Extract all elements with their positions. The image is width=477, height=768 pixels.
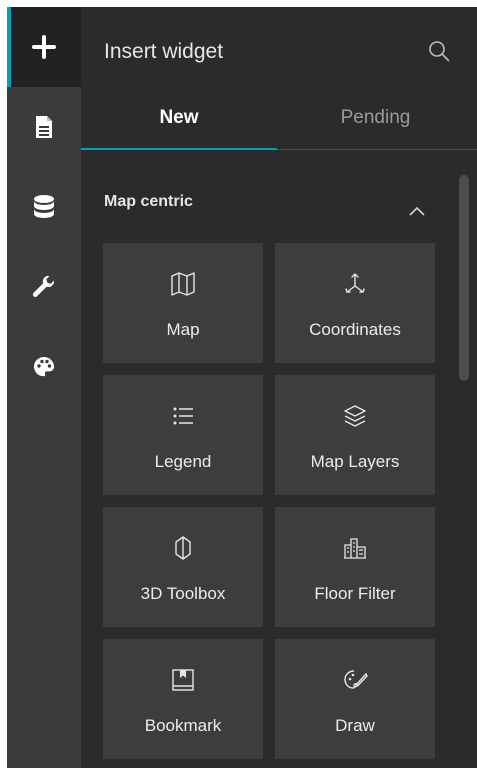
tab-pending[interactable]: Pending	[277, 87, 474, 149]
widget-label: 3D Toolbox	[140, 584, 226, 603]
widget-card-legend[interactable]: Legend	[103, 375, 263, 495]
side-rail	[7, 7, 81, 768]
rail-page-button[interactable]	[7, 87, 81, 167]
rail-data-button[interactable]	[7, 167, 81, 247]
widget-label: Coordinates	[309, 320, 401, 339]
widget-label: Legend	[154, 452, 212, 471]
panel-header: Insert widget	[81, 7, 477, 87]
chevron-up-icon[interactable]	[406, 203, 428, 219]
insert-widget-panel: Insert widget New Pending Map centric Ma…	[81, 7, 477, 768]
scrollbar-thumb[interactable]	[459, 175, 469, 381]
map-icon	[103, 271, 263, 297]
widget-label: Map Layers	[310, 452, 400, 471]
widget-card-draw[interactable]: Draw	[275, 639, 435, 759]
widget-card-bookmark[interactable]: Bookmark	[103, 639, 263, 759]
coordinates-icon	[275, 271, 435, 297]
widget-label: Draw	[335, 716, 375, 735]
search-icon[interactable]	[427, 39, 451, 63]
layers-icon	[275, 403, 435, 429]
panel-title: Insert widget	[104, 40, 224, 63]
floor-filter-icon	[275, 535, 435, 561]
draw-icon	[275, 667, 435, 693]
widget-card-3d-toolbox[interactable]: 3D Toolbox	[103, 507, 263, 627]
rail-insert-widget-button[interactable]	[7, 7, 81, 87]
widget-card-map[interactable]: Map	[103, 243, 263, 363]
3d-toolbox-icon	[103, 535, 263, 561]
plus-icon	[32, 35, 56, 59]
widget-label: Map	[166, 320, 200, 339]
rail-theme-button[interactable]	[7, 327, 81, 407]
section-title: Map centric	[104, 193, 193, 210]
bookmark-icon	[103, 667, 263, 693]
palette-icon	[32, 355, 56, 379]
insert-widget-frame: Insert widget New Pending Map centric Ma…	[7, 7, 477, 768]
widget-tabs: New Pending	[81, 87, 477, 150]
legend-icon	[103, 403, 263, 429]
wrench-icon	[32, 275, 56, 299]
widget-card-map-layers[interactable]: Map Layers	[275, 375, 435, 495]
tab-new[interactable]: New	[81, 87, 277, 150]
document-icon	[35, 115, 53, 139]
rail-tools-button[interactable]	[7, 247, 81, 327]
widget-label: Bookmark	[144, 716, 222, 735]
widget-card-floor-filter[interactable]: Floor Filter	[275, 507, 435, 627]
widget-card-coordinates[interactable]: Coordinates	[275, 243, 435, 363]
database-icon	[33, 194, 55, 220]
widget-label: Floor Filter	[314, 584, 396, 603]
